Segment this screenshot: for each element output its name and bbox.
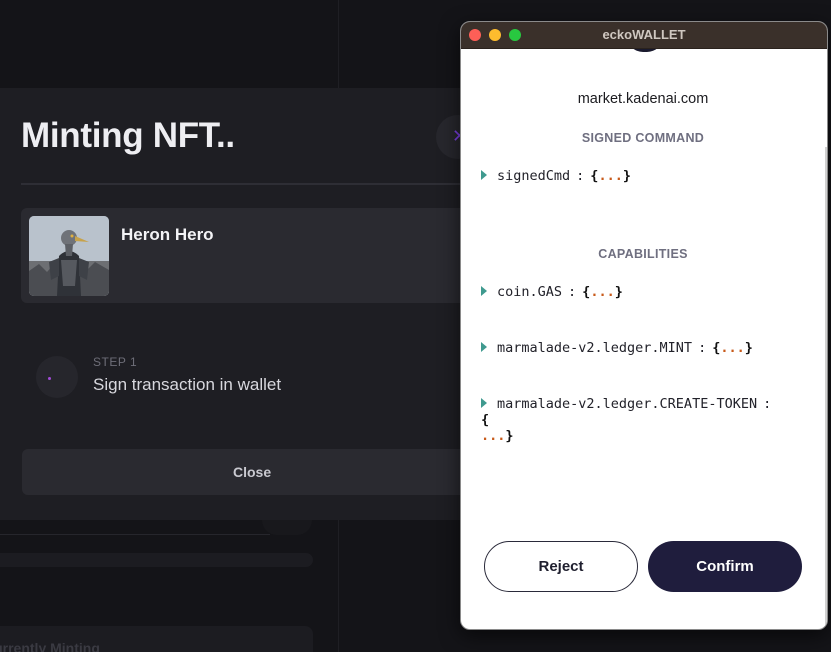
request-origin: market.kadenai.com xyxy=(577,91,709,107)
background-progress-strip xyxy=(0,553,313,567)
json-capability-value-cont: ...} xyxy=(481,428,514,444)
window-titlebar[interactable]: eckoWALLET xyxy=(461,22,827,49)
signed-command-heading: SIGNED COMMAND xyxy=(581,131,705,145)
modal-divider xyxy=(21,183,470,185)
ecko-wallet-window: eckoWALLET market.kadenai.com SIGNED COM… xyxy=(460,21,828,630)
close-button-label: Close xyxy=(233,464,272,480)
minting-modal: Minting NFT.. ✕ Heron Hero STEP 1 Sign t… xyxy=(0,88,480,520)
expand-caret-icon[interactable] xyxy=(481,342,487,352)
modal-title: Minting NFT.. xyxy=(21,116,235,155)
nft-name: Heron Hero xyxy=(121,225,214,244)
json-signed-cmd-row[interactable]: signedCmd: {...} xyxy=(481,168,631,184)
reject-button[interactable]: Reject xyxy=(484,541,638,592)
json-capability-row[interactable]: coin.GAS: {...} xyxy=(481,284,623,300)
nft-card: Heron Hero xyxy=(21,208,470,303)
background-divider xyxy=(0,534,270,535)
expand-caret-icon[interactable] xyxy=(481,170,487,180)
scrollbar[interactable] xyxy=(825,147,827,629)
json-key: signedCmd xyxy=(497,168,571,184)
step-spinner-icon xyxy=(36,356,78,398)
nft-thumbnail xyxy=(29,216,109,296)
expand-caret-icon[interactable] xyxy=(481,286,487,296)
expand-caret-icon[interactable] xyxy=(481,398,487,408)
capabilities-heading: CAPABILITIES xyxy=(598,247,688,261)
step-label: STEP 1 xyxy=(93,355,138,369)
window-title: eckoWALLET xyxy=(602,27,686,42)
confirm-button[interactable]: Confirm xyxy=(648,541,802,592)
step-text: Sign transaction in wallet xyxy=(93,375,282,394)
currently-minting-label: Currently Minting xyxy=(0,640,100,652)
json-capability-row[interactable]: marmalade-v2.ledger.MINT: {...} xyxy=(481,340,753,356)
json-capability-row[interactable]: marmalade-v2.ledger.CREATE-TOKEN: xyxy=(481,396,777,412)
spinner-dot xyxy=(48,377,51,380)
json-capability-value: { xyxy=(481,412,490,428)
heron-hero-image xyxy=(29,216,109,296)
close-button[interactable]: Close xyxy=(22,449,470,495)
